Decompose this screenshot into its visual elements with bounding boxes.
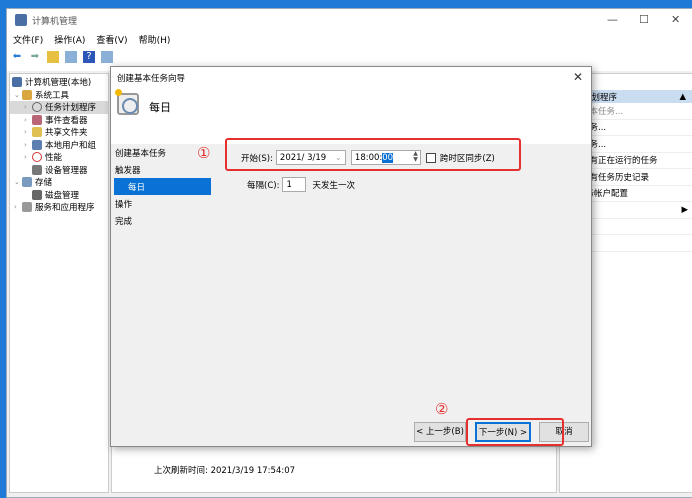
tree-item[interactable]: › 共享文件夹 — [10, 126, 108, 139]
back-button[interactable]: < 上一步(B) — [414, 422, 466, 442]
annotation-box-next — [466, 418, 564, 446]
expand-arrow-icon[interactable]: › — [24, 141, 32, 149]
step-trigger: 触发器 — [115, 165, 141, 176]
tree-item[interactable]: › 性能 — [10, 151, 108, 164]
device-manager-icon — [32, 164, 42, 175]
last-refresh-text: 上次刷新时间: 2021/3/19 17:54:07 — [154, 466, 296, 476]
help-icon[interactable]: ? — [83, 51, 95, 63]
annotation-1: ① — [197, 144, 211, 162]
minimize-button[interactable]: — — [607, 13, 618, 26]
action-pane-icon[interactable] — [101, 51, 113, 63]
storage-icon — [22, 177, 32, 188]
menu-view[interactable]: 查看(V) — [96, 33, 127, 46]
tree-item[interactable]: 设备管理器 — [10, 164, 108, 177]
computer-icon — [12, 77, 22, 88]
up-folder-icon[interactable] — [47, 51, 59, 63]
step-daily: 每日 — [114, 178, 211, 195]
dialog-title: 创建基本任务向导 — [117, 74, 186, 84]
disk-icon — [32, 189, 42, 200]
recur-suffix: 天发生一次 — [312, 180, 355, 191]
event-viewer-icon — [32, 114, 42, 125]
dialog-heading: 每日 — [149, 101, 171, 114]
tools-icon — [22, 89, 32, 100]
recur-days-input[interactable]: 1 — [282, 177, 307, 192]
collapse-icon[interactable]: ▲ — [679, 92, 686, 102]
tree-item[interactable]: › 服务和应用程序 — [10, 201, 108, 214]
tree-item[interactable]: 计算机管理(本地) — [10, 76, 108, 89]
title-bar: 计算机管理 — ☐ ✕ — [7, 9, 692, 31]
dropdown-icon[interactable]: ⌄ — [335, 153, 342, 163]
start-time-spinner[interactable]: 18:00: 00 ▲ ▼ — [350, 150, 421, 165]
menu-bar: 文件(F) 操作(A) 查看(V) 帮助(H) — [13, 33, 170, 46]
expand-arrow-icon[interactable]: ⌄ — [14, 178, 22, 186]
expand-arrow-icon[interactable]: › — [24, 116, 32, 124]
menu-help[interactable]: 帮助(H) — [139, 33, 171, 46]
maximize-button[interactable]: ☐ — [639, 13, 649, 26]
toolbar: ⬅ ➡ ? — [11, 51, 113, 63]
back-arrow-icon[interactable]: ⬅ — [11, 51, 23, 63]
task-clock-icon — [117, 93, 139, 115]
tree-item[interactable]: ⌄ 系统工具 — [10, 89, 108, 102]
computer-management-icon — [15, 14, 27, 26]
expand-arrow-icon[interactable]: ⌄ — [14, 91, 22, 99]
tree-item[interactable]: › 本地用户和组 — [10, 139, 108, 152]
window-title: 计算机管理 — [32, 16, 78, 27]
expand-arrow-icon[interactable]: › — [14, 203, 22, 211]
users-icon — [32, 139, 42, 150]
sync-timezone-checkbox[interactable] — [425, 152, 436, 163]
expand-arrow-icon[interactable]: › — [24, 128, 32, 136]
clock-icon — [32, 102, 42, 113]
tree-item[interactable]: 磁盘管理 — [10, 189, 108, 202]
submenu-arrow-icon: ▶ — [681, 204, 688, 215]
start-label: 开始(S): — [241, 153, 273, 164]
step-finish: 完成 — [115, 216, 133, 227]
dialog-close-button[interactable]: ✕ — [573, 70, 583, 84]
tree-item[interactable]: › 任务计划程序 — [10, 101, 108, 114]
annotation-2: ② — [435, 400, 449, 418]
spinner-arrows-icon[interactable]: ▲ ▼ — [413, 151, 418, 163]
menu-action[interactable]: 操作(A) — [54, 33, 85, 46]
sun-icon — [115, 89, 122, 96]
step-action: 操作 — [115, 199, 133, 210]
sync-timezone-label: 跨时区同步(Z) — [439, 153, 495, 164]
navigation-tree: 计算机管理(本地) ⌄ 系统工具 › 任务计划程序 › 事件查看器 › 共享文件夹 › 本… — [9, 73, 109, 493]
create-basic-task-wizard: 创建基本任务向导 ✕ 每日 创建基本任务 触发器 每日 操作 完成 ① 开始(S… — [110, 66, 592, 447]
expand-arrow-icon[interactable]: › — [24, 153, 32, 161]
show-hide-tree-icon[interactable] — [65, 51, 77, 63]
expand-arrow-icon[interactable]: › — [24, 103, 32, 111]
performance-icon — [32, 152, 42, 163]
menu-file[interactable]: 文件(F) — [13, 33, 43, 46]
tree-item[interactable]: ⌄ 存储 — [10, 176, 108, 189]
start-date-picker[interactable]: 2021/ 3/19 ⌄ — [275, 150, 346, 165]
services-icon — [22, 202, 32, 213]
shared-folder-icon — [32, 127, 42, 138]
tree-item[interactable]: › 事件查看器 — [10, 114, 108, 127]
recur-label: 每隔(C): — [247, 180, 280, 191]
close-button[interactable]: ✕ — [671, 13, 680, 26]
forward-arrow-icon[interactable]: ➡ — [29, 51, 41, 63]
